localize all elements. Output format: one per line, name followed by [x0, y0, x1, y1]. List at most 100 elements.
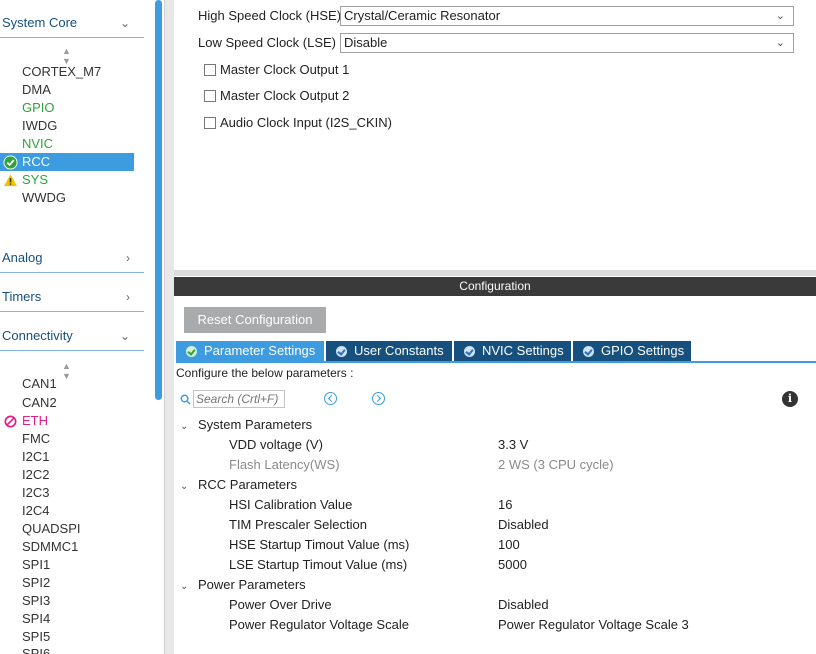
param-value[interactable]: Disabled — [498, 517, 549, 532]
category-system-core[interactable]: System Core ⌄ — [0, 8, 144, 38]
previous-match-icon[interactable] — [324, 392, 337, 405]
next-match-icon[interactable] — [372, 392, 385, 405]
param-name: HSI Calibration Value — [229, 497, 353, 512]
param-value[interactable]: Disabled — [498, 597, 549, 612]
audio-clock-input-checkbox[interactable]: Audio Clock Input (I2S_CKIN) — [204, 115, 504, 131]
lse-row: Low Speed Clock (LSE) Disable ⌄ — [198, 33, 798, 53]
sidebar-item-can2[interactable]: CAN2 — [0, 394, 134, 412]
tab-gpio-settings[interactable]: GPIO Settings — [573, 341, 691, 361]
disabled-icon — [4, 415, 17, 428]
configuration-tabs: Parameter Settings User Constants NVIC S… — [176, 341, 816, 363]
checkbox-box[interactable] — [204, 64, 216, 76]
sidebar-item-sdmmc1[interactable]: SDMMC1 — [0, 538, 134, 556]
category-label: System Core — [2, 15, 78, 30]
param-row-flash-latency[interactable]: Flash Latency(WS) 2 WS (3 CPU cycle) — [229, 457, 809, 477]
category-connectivity[interactable]: Connectivity ⌄ — [0, 321, 144, 351]
group-power-parameters[interactable]: ⌄ Power Parameters — [180, 577, 306, 597]
check-circle-icon — [336, 346, 347, 357]
param-value[interactable]: 5000 — [498, 557, 527, 572]
param-value: 2 WS (3 CPU cycle) — [498, 457, 614, 472]
search-bar: i — [180, 390, 810, 410]
master-clock-output-1-checkbox[interactable]: Master Clock Output 1 — [204, 62, 504, 78]
sidebar-item-i2c1[interactable]: I2C1 — [0, 448, 134, 466]
sidebar-item-fmc[interactable]: FMC — [0, 430, 134, 448]
param-row-vdd-voltage[interactable]: VDD voltage (V) 3.3 V — [229, 437, 809, 457]
master-clock-output-2-checkbox[interactable]: Master Clock Output 2 — [204, 88, 504, 104]
group-rcc-parameters[interactable]: ⌄ RCC Parameters — [180, 477, 297, 497]
checkbox-label: Audio Clock Input (I2S_CKIN) — [220, 115, 392, 130]
search-input[interactable] — [193, 390, 285, 408]
sidebar-item-spi2[interactable]: SPI2 — [0, 574, 134, 592]
sidebar-item-dma[interactable]: DMA — [0, 81, 134, 99]
checkbox-box[interactable] — [204, 90, 216, 102]
category-label: Connectivity — [2, 328, 73, 343]
pane-divider[interactable] — [164, 0, 174, 654]
chevron-down-icon: ⌄ — [119, 16, 130, 30]
group-label: RCC Parameters — [198, 477, 297, 492]
tab-nvic-settings[interactable]: NVIC Settings — [454, 341, 571, 361]
group-system-parameters[interactable]: ⌄ System Parameters — [180, 417, 312, 437]
category-analog[interactable]: Analog › — [0, 243, 144, 273]
sidebar-item-spi6[interactable]: SPI6 — [0, 645, 134, 654]
tab-label: Parameter Settings — [204, 343, 316, 358]
sidebar-item-iwdg[interactable]: IWDG — [0, 117, 134, 135]
sidebar-item-quadspi[interactable]: QUADSPI — [0, 520, 134, 538]
scrollbar-thumb[interactable] — [155, 0, 162, 400]
param-row-power-over-drive[interactable]: Power Over Drive Disabled — [229, 597, 809, 617]
chevron-down-icon: ⌄ — [775, 37, 785, 49]
reset-configuration-button[interactable]: Reset Configuration — [184, 307, 326, 333]
sidebar-item-wwdg[interactable]: WWDG — [0, 189, 134, 207]
check-circle-icon — [464, 346, 475, 357]
sidebar-item-cortex-m7[interactable]: CORTEX_M7 — [0, 63, 134, 81]
sidebar: System Core ⌄ ▲ ▼ CORTEX_M7 DMA GPIO IWDG… — [0, 0, 152, 654]
sidebar-item-sys[interactable]: SYS — [0, 171, 134, 189]
sidebar-item-can1[interactable]: CAN1 — [0, 375, 134, 393]
hse-label: High Speed Clock (HSE) — [198, 8, 342, 23]
category-label: Timers — [2, 289, 42, 304]
chevron-down-icon: ⌄ — [180, 421, 189, 432]
param-name: HSE Startup Timout Value (ms) — [229, 537, 410, 552]
chevron-down-icon: ⌄ — [775, 10, 785, 22]
warning-icon — [3, 174, 18, 187]
sidebar-item-spi1[interactable]: SPI1 — [0, 556, 134, 574]
sidebar-item-i2c2[interactable]: I2C2 — [0, 466, 134, 484]
param-value[interactable]: 3.3 V — [498, 437, 528, 452]
sidebar-item-spi5[interactable]: SPI5 — [0, 628, 134, 646]
sidebar-item-gpio[interactable]: GPIO — [0, 99, 134, 117]
configuration-title: Configuration — [459, 279, 531, 293]
chevron-right-icon: › — [126, 251, 130, 265]
hse-select[interactable]: Crystal/Ceramic Resonator ⌄ — [340, 6, 794, 26]
param-row-voltage-scale[interactable]: Power Regulator Voltage Scale Power Regu… — [229, 617, 809, 637]
checkbox-label: Master Clock Output 1 — [220, 62, 350, 77]
param-value[interactable]: Power Regulator Voltage Scale 3 — [498, 617, 689, 632]
tab-user-constants[interactable]: User Constants — [326, 341, 452, 361]
mode-pane: High Speed Clock (HSE) Crystal/Ceramic R… — [174, 0, 816, 270]
category-timers[interactable]: Timers › — [0, 282, 144, 312]
sidebar-item-nvic[interactable]: NVIC — [0, 135, 134, 153]
param-value[interactable]: 100 — [498, 537, 520, 552]
param-row-hse-startup-timeout[interactable]: HSE Startup Timout Value (ms) 100 — [229, 537, 809, 557]
param-row-hsi-calibration[interactable]: HSI Calibration Value 16 — [229, 497, 809, 517]
checkbox-box[interactable] — [204, 117, 216, 129]
chevron-right-icon: › — [126, 290, 130, 304]
group-label: System Parameters — [198, 417, 313, 432]
configuration-pane: Reset Configuration Parameter Settings U… — [174, 296, 816, 654]
sidebar-item-i2c3[interactable]: I2C3 — [0, 484, 134, 502]
group-label: Power Parameters — [198, 577, 306, 592]
param-value[interactable]: 16 — [498, 497, 512, 512]
tab-parameter-settings[interactable]: Parameter Settings — [176, 341, 324, 361]
check-circle-icon — [583, 346, 594, 357]
info-icon[interactable]: i — [782, 391, 798, 407]
chevron-down-icon: ⌄ — [119, 329, 130, 343]
param-row-lse-startup-timeout[interactable]: LSE Startup Timout Value (ms) 5000 — [229, 557, 809, 577]
param-row-tim-prescaler[interactable]: TIM Prescaler Selection Disabled — [229, 517, 809, 537]
sidebar-item-eth[interactable]: ETH — [0, 412, 134, 430]
search-icon — [180, 394, 191, 405]
pane-splitter[interactable] — [174, 270, 816, 276]
sidebar-item-spi4[interactable]: SPI4 — [0, 610, 134, 628]
sidebar-item-rcc[interactable]: RCC — [0, 153, 134, 171]
sidebar-item-spi3[interactable]: SPI3 — [0, 592, 134, 610]
sidebar-scrollbar[interactable] — [152, 0, 164, 654]
sidebar-item-i2c4[interactable]: I2C4 — [0, 502, 134, 520]
lse-select[interactable]: Disable ⌄ — [340, 33, 794, 53]
